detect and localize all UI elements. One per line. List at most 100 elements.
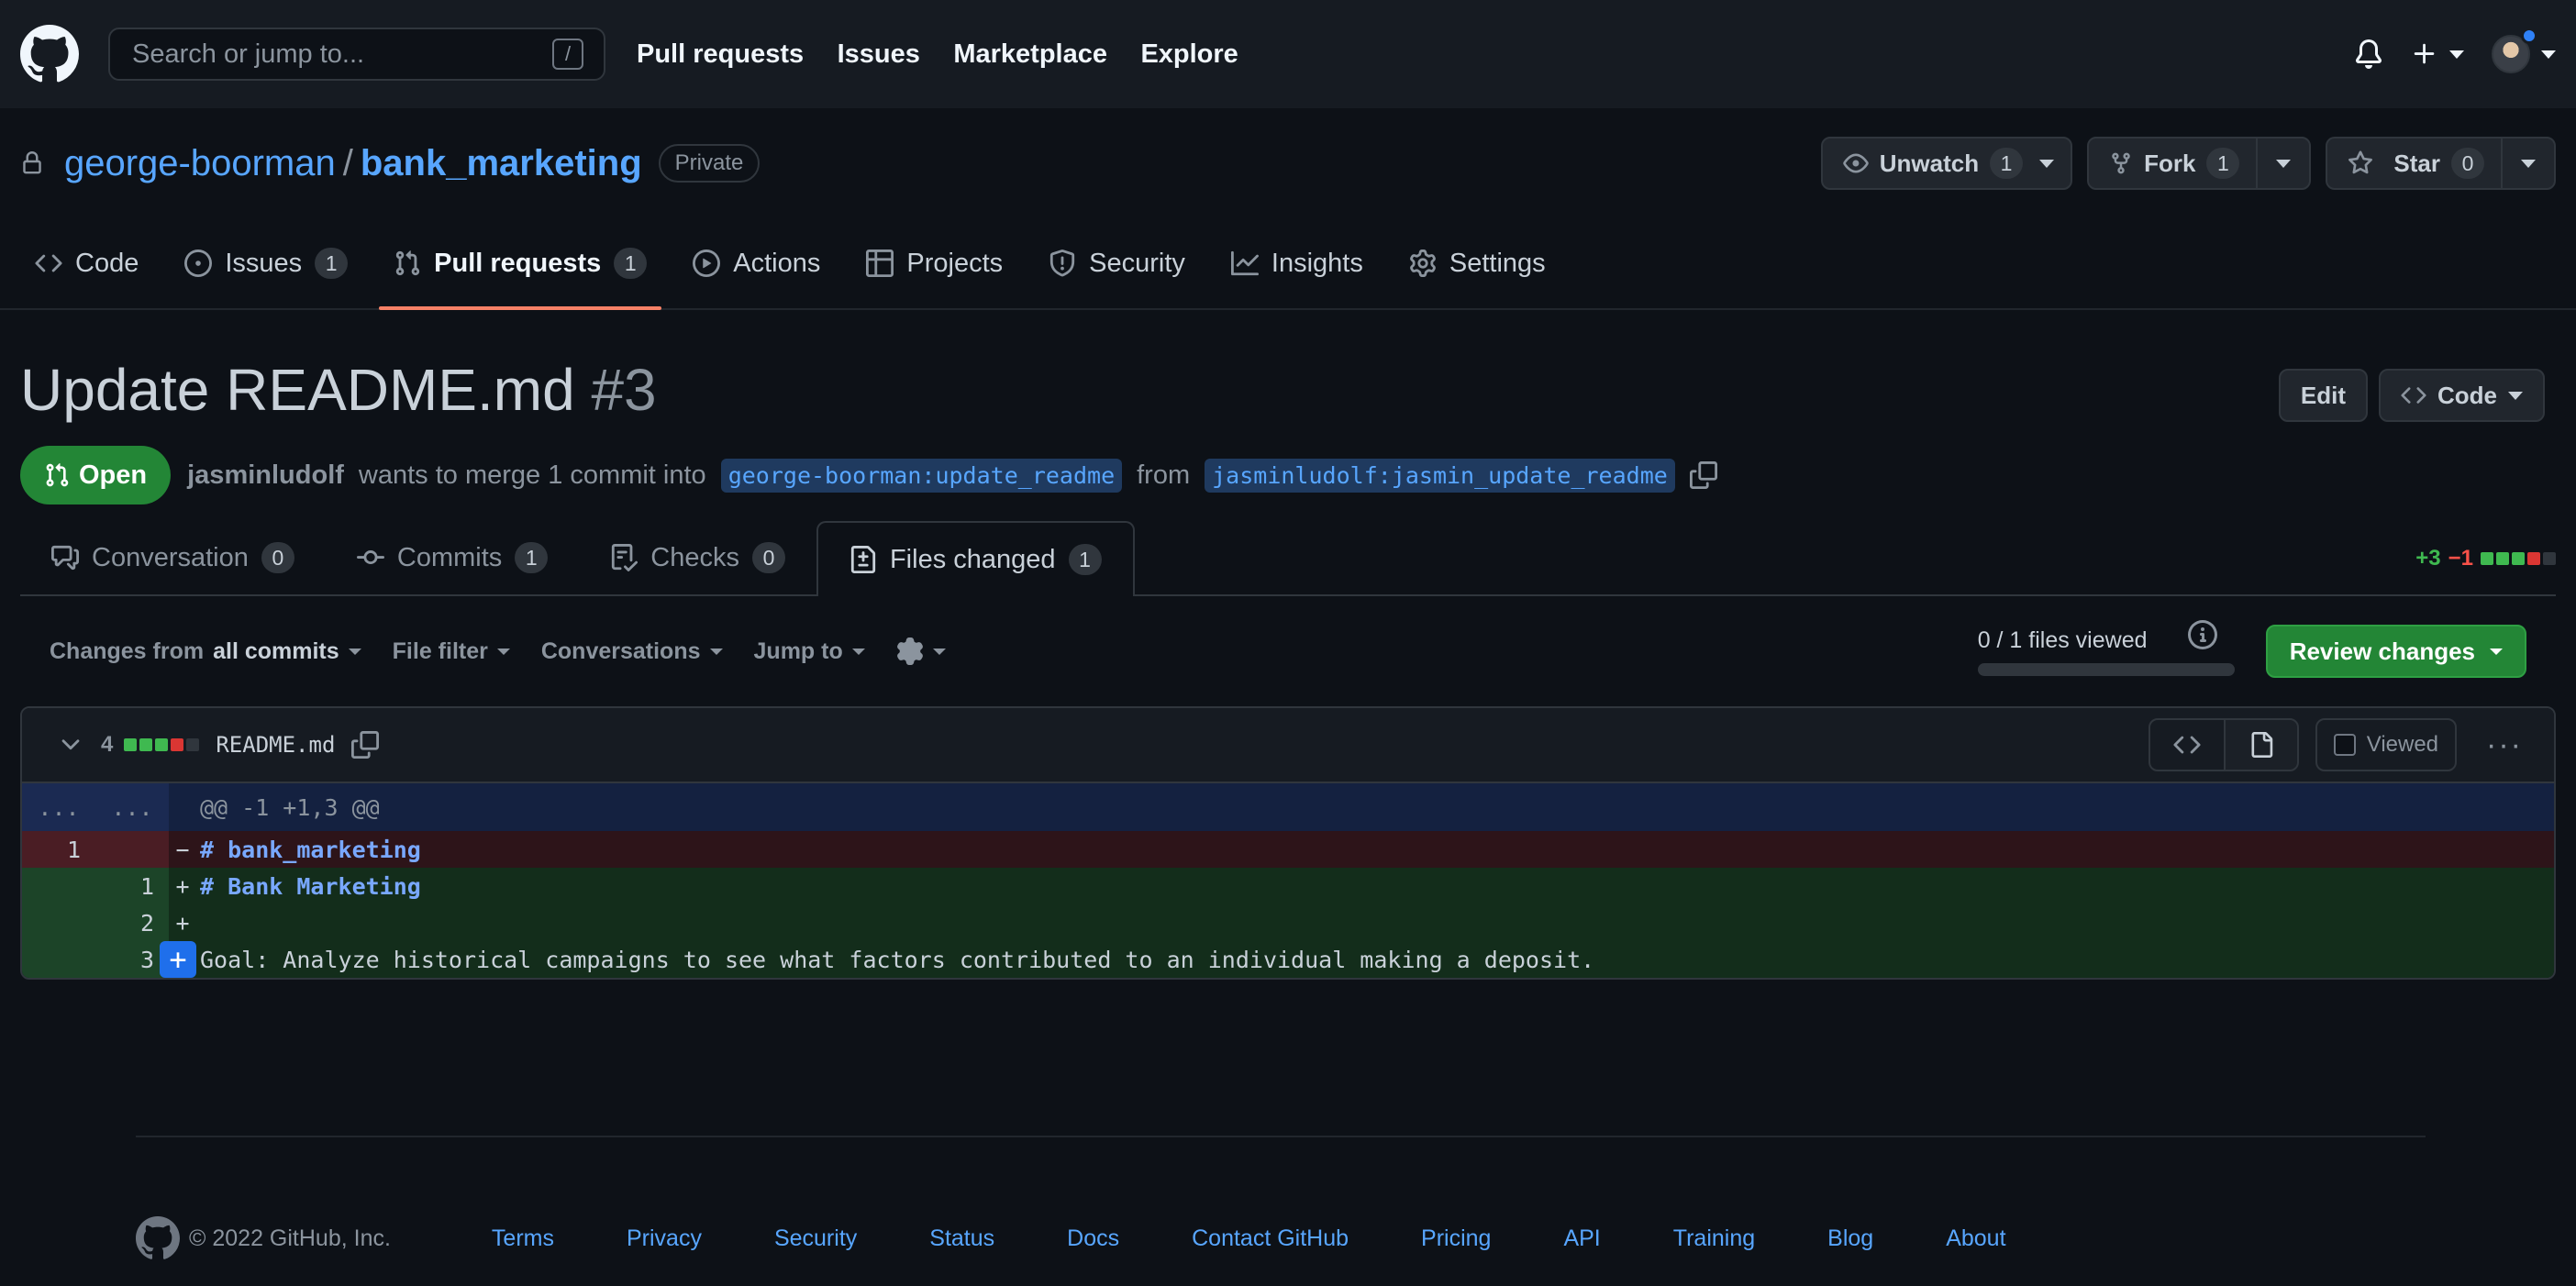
copy-icon[interactable]: [1689, 461, 1717, 489]
tab-commits[interactable]: Commits 1: [326, 521, 579, 594]
chevron-down-icon: [2490, 648, 2503, 655]
new-line-number[interactable]: 3: [95, 941, 169, 978]
nav-issues[interactable]: Issues: [838, 39, 920, 69]
table-row: 1 + # Bank Marketing: [22, 868, 2554, 904]
footer-link-api[interactable]: API: [1563, 1225, 1600, 1252]
footer-link-docs[interactable]: Docs: [1067, 1225, 1119, 1252]
footer-link-security[interactable]: Security: [774, 1225, 857, 1252]
file-name-link[interactable]: README.md: [216, 732, 335, 758]
file-diffstat-blocks: [124, 738, 200, 751]
code-icon: [2401, 387, 2426, 404]
chevron-down-icon: [2276, 159, 2292, 168]
tab-projects[interactable]: Projects: [851, 218, 1017, 308]
tab-files-changed[interactable]: Files changed 1: [816, 521, 1135, 596]
tab-checks[interactable]: Checks 0: [579, 521, 816, 594]
unwatch-button[interactable]: Unwatch 1: [1823, 139, 2071, 188]
table-icon: [866, 249, 894, 277]
file-icon: [2251, 732, 2272, 758]
jump-to-dropdown[interactable]: Jump to: [754, 638, 865, 665]
conversations-dropdown[interactable]: Conversations: [541, 638, 723, 665]
search-input[interactable]: Search or jump to... /: [108, 28, 605, 81]
repo-name-link[interactable]: bank_marketing: [361, 143, 642, 184]
footer-link-pricing[interactable]: Pricing: [1421, 1225, 1491, 1252]
add-comment-button[interactable]: +: [160, 941, 196, 978]
merge-text: wants to merge 1 commit into: [358, 460, 706, 490]
github-logo-icon[interactable]: [136, 1216, 180, 1260]
star-count: 0: [2451, 148, 2484, 179]
new-line-number[interactable]: 2: [95, 904, 169, 941]
nav-marketplace[interactable]: Marketplace: [953, 39, 1107, 69]
chevron-down-icon[interactable]: [57, 731, 84, 759]
diff-sign: +: [169, 904, 196, 941]
issues-count: 1: [315, 248, 349, 279]
info-icon[interactable]: [2187, 620, 2217, 649]
create-new-dropdown[interactable]: [2411, 40, 2464, 68]
viewed-checkbox[interactable]: Viewed: [2315, 718, 2458, 771]
old-line-number[interactable]: [22, 868, 95, 904]
star-label: Star: [2393, 149, 2440, 177]
expand-up-button[interactable]: ...: [22, 783, 95, 831]
changes-from-dropdown[interactable]: Changes from all commits: [50, 638, 361, 665]
file-filter-dropdown[interactable]: File filter: [393, 638, 510, 665]
tab-insights[interactable]: Insights: [1216, 218, 1378, 308]
footer-link-privacy[interactable]: Privacy: [627, 1225, 702, 1252]
header-actions: [2354, 28, 2556, 73]
tab-issues[interactable]: Issues 1: [170, 218, 362, 308]
repo-owner-link[interactable]: george-boorman: [64, 143, 336, 184]
tab-actions[interactable]: Actions: [678, 218, 835, 308]
tab-settings[interactable]: Settings: [1394, 218, 1560, 308]
footer-link-contact[interactable]: Contact GitHub: [1192, 1225, 1349, 1252]
nav-explore[interactable]: Explore: [1140, 39, 1238, 69]
code-dropdown-button[interactable]: Code: [2379, 369, 2545, 422]
plus-icon: [2414, 43, 2435, 64]
footer-link-training[interactable]: Training: [1673, 1225, 1755, 1252]
tab-security[interactable]: Security: [1034, 218, 1200, 308]
footer-link-blog[interactable]: Blog: [1827, 1225, 1873, 1252]
old-line-number[interactable]: 1: [22, 831, 95, 868]
user-menu[interactable]: [2492, 28, 2556, 73]
pr-author-link[interactable]: jasminludolf: [187, 460, 344, 491]
old-line-number[interactable]: [22, 941, 95, 978]
file-diff-icon: [850, 546, 876, 573]
kebab-horizontal-icon[interactable]: ···: [2473, 727, 2536, 763]
nav-pull-requests[interactable]: Pull requests: [637, 39, 804, 69]
star-button[interactable]: Star 0: [2327, 139, 2501, 188]
fork-button[interactable]: Fork 1: [2089, 139, 2256, 188]
conversation-count: 0: [261, 542, 294, 573]
table-row: 1 − # bank_marketing: [22, 831, 2554, 868]
github-logo-icon[interactable]: [20, 25, 79, 83]
unwatch-label: Unwatch: [1879, 149, 1980, 177]
checklist-icon: [612, 544, 638, 571]
old-line-number[interactable]: [22, 904, 95, 941]
fork-dropdown-button[interactable]: [2256, 139, 2309, 188]
expand-down-button[interactable]: ...: [95, 783, 169, 831]
watch-button-group: Unwatch 1: [1820, 137, 2073, 190]
chevron-down-icon: [709, 648, 723, 655]
source-diff-button[interactable]: [2150, 720, 2224, 770]
repo-title: george-boorman / bank_marketing Private: [20, 143, 761, 184]
rich-diff-button[interactable]: [2223, 720, 2297, 770]
base-branch[interactable]: george-boorman:update_readme: [720, 458, 1123, 493]
bell-icon[interactable]: [2354, 39, 2383, 69]
diff-settings-dropdown[interactable]: [896, 637, 946, 665]
tab-pull-requests[interactable]: Pull requests 1: [379, 218, 662, 310]
graph-icon: [1230, 250, 1259, 276]
new-line-number[interactable]: 1: [95, 868, 169, 904]
copy-icon[interactable]: [351, 731, 380, 759]
tab-label: Commits: [396, 542, 503, 572]
tab-code[interactable]: Code: [20, 218, 153, 308]
chevron-down-icon: [348, 648, 361, 655]
file-changes-count: 4: [101, 732, 114, 757]
file-header-actions: Viewed ···: [2148, 718, 2536, 771]
footer-link-about[interactable]: About: [1946, 1225, 2005, 1252]
tab-label: Security: [1089, 248, 1185, 278]
footer-link-status[interactable]: Status: [929, 1225, 994, 1252]
head-branch[interactable]: jasminludolf:jasmin_update_readme: [1205, 458, 1675, 493]
tab-conversation[interactable]: Conversation 0: [20, 521, 326, 594]
star-dropdown-button[interactable]: [2501, 139, 2554, 188]
review-changes-button[interactable]: Review changes: [2265, 625, 2526, 678]
review-label: Review changes: [2289, 637, 2475, 665]
edit-button[interactable]: Edit: [2278, 369, 2368, 422]
new-line-number[interactable]: [95, 831, 169, 868]
footer-link-terms[interactable]: Terms: [492, 1225, 554, 1252]
